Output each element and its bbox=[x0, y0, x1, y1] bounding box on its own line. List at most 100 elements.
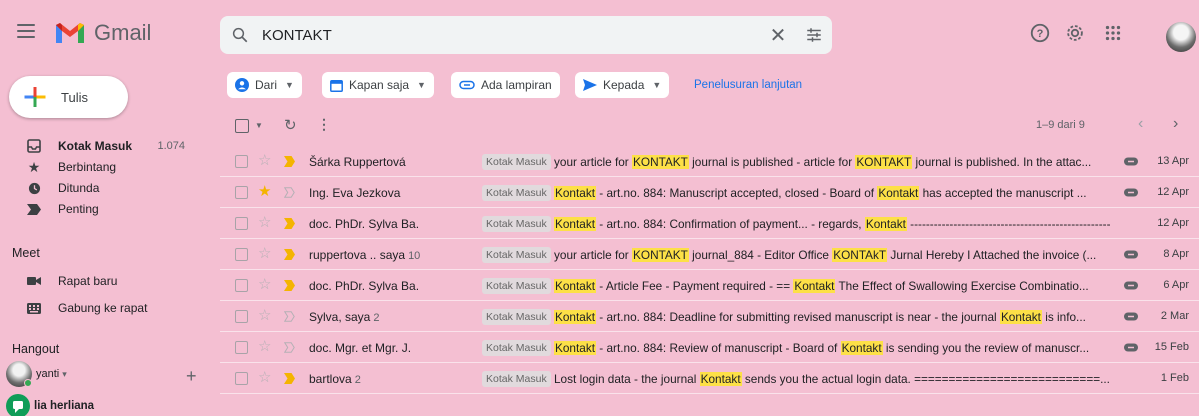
filter-from-chip[interactable]: Dari ▼ bbox=[227, 72, 302, 98]
inbox-label-badge: Kotak Masuk bbox=[482, 185, 551, 201]
sidebar-item-inbox[interactable]: Kotak Masuk 1.074 bbox=[0, 135, 215, 157]
main-menu-button[interactable] bbox=[14, 20, 38, 44]
filter-attachment-chip[interactable]: Ada lampiran bbox=[451, 72, 560, 98]
search-options-icon[interactable] bbox=[796, 26, 832, 44]
row-checkbox[interactable] bbox=[235, 310, 248, 323]
star-icon[interactable]: ★ bbox=[258, 184, 271, 200]
row-checkbox[interactable] bbox=[235, 248, 248, 261]
attachment-icon bbox=[459, 80, 475, 90]
email-text-part: ----------------------------------------… bbox=[906, 217, 1110, 231]
star-icon[interactable]: ☆ bbox=[258, 277, 271, 293]
email-sender: Šárka Ruppertová bbox=[309, 155, 406, 169]
email-subject-snippet: your article for KONTAKT journal_884 - E… bbox=[554, 247, 1110, 263]
email-sender: bartlova 2 bbox=[309, 372, 361, 386]
apps-grid-icon[interactable] bbox=[1102, 22, 1124, 44]
email-text-part: - art.no. 884: Review of manuscript - Bo… bbox=[596, 341, 841, 355]
email-row[interactable]: ☆ Sylva, saya 2 Kotak Masuk Kontakt - art… bbox=[220, 301, 1199, 332]
search-highlight: Kontakt bbox=[840, 341, 883, 355]
star-icon[interactable]: ☆ bbox=[258, 246, 271, 262]
sidebar-item-snoozed[interactable]: Ditunda bbox=[0, 177, 215, 199]
email-date: 6 Apr bbox=[1163, 279, 1189, 291]
email-sender: doc. Mgr. et Mgr. J. bbox=[309, 341, 412, 355]
email-row[interactable]: ☆ doc. PhDr. Sylva Ba. Kotak Masuk Konta… bbox=[220, 208, 1199, 239]
row-checkbox[interactable] bbox=[235, 217, 248, 230]
app-name: Gmail bbox=[94, 20, 152, 45]
email-text-part: has accepted the manuscript ... bbox=[919, 186, 1087, 200]
meet-join-meeting[interactable]: Gabung ke rapat bbox=[0, 297, 215, 319]
search-highlight: KONTAKT bbox=[855, 155, 913, 169]
row-checkbox[interactable] bbox=[235, 341, 248, 354]
prev-page-icon[interactable]: ‹ bbox=[1138, 115, 1143, 133]
row-checkbox[interactable] bbox=[235, 372, 248, 385]
advanced-search-link[interactable]: Penelusuran lanjutan bbox=[694, 79, 802, 91]
email-row[interactable]: ☆ doc. Mgr. et Mgr. J. Kotak Masuk Konta… bbox=[220, 332, 1199, 363]
search-bar: ✕ bbox=[220, 16, 832, 54]
important-marker-icon[interactable] bbox=[284, 373, 295, 384]
hangout-contact[interactable]: lia herliana bbox=[6, 394, 94, 416]
select-all-checkbox[interactable] bbox=[235, 119, 249, 133]
email-row[interactable]: ☆ bartlova 2 Kotak Masuk Lost login data … bbox=[220, 363, 1199, 394]
attachment-icon bbox=[1124, 250, 1138, 259]
settings-gear-icon[interactable] bbox=[1064, 22, 1086, 44]
account-avatar[interactable] bbox=[1166, 22, 1196, 52]
row-checkbox[interactable] bbox=[235, 186, 248, 199]
clear-search-icon[interactable]: ✕ bbox=[760, 23, 796, 48]
add-hangout-icon[interactable]: + bbox=[186, 366, 197, 387]
compose-label: Tulis bbox=[61, 89, 88, 105]
important-marker-icon[interactable] bbox=[284, 280, 295, 291]
online-status-icon bbox=[24, 379, 32, 387]
filter-to-chip[interactable]: Kepada ▼ bbox=[575, 72, 670, 98]
important-marker-icon[interactable] bbox=[284, 156, 295, 167]
more-options-icon[interactable]: ⋮ bbox=[317, 116, 331, 133]
compose-button[interactable]: Tulis bbox=[9, 76, 128, 118]
video-icon bbox=[24, 273, 44, 289]
row-checkbox[interactable] bbox=[235, 279, 248, 292]
next-page-icon[interactable]: › bbox=[1173, 115, 1178, 133]
search-highlight: KONTAKT bbox=[632, 248, 689, 262]
important-marker-icon[interactable] bbox=[284, 311, 295, 322]
sidebar-item-starred[interactable]: ★ Berbintang bbox=[0, 156, 215, 178]
star-icon[interactable]: ☆ bbox=[258, 308, 271, 324]
row-checkbox[interactable] bbox=[235, 155, 248, 168]
search-highlight: Kontakt bbox=[554, 310, 597, 324]
sidebar-item-important[interactable]: Penting bbox=[0, 198, 215, 220]
star-icon: ★ bbox=[27, 158, 41, 175]
inbox-unread-count: 1.074 bbox=[157, 140, 185, 152]
svg-text:?: ? bbox=[1037, 28, 1044, 40]
inbox-icon bbox=[24, 138, 44, 154]
gmail-logo[interactable]: Gmail bbox=[54, 20, 151, 46]
star-icon[interactable]: ☆ bbox=[258, 215, 271, 231]
email-text-part: - art.no. 884: Deadline for submitting r… bbox=[596, 310, 1000, 324]
email-subject-snippet: Kontakt - art.no. 884: Deadline for subm… bbox=[554, 309, 1110, 325]
person-icon bbox=[235, 78, 249, 92]
email-row[interactable]: ☆ doc. PhDr. Sylva Ba. Kotak Masuk Konta… bbox=[220, 270, 1199, 301]
email-text-part: - art.no. 884: Confirmation of payment..… bbox=[596, 217, 865, 231]
email-row[interactable]: ☆ Šárka Ruppertová Kotak Masuk your arti… bbox=[220, 146, 1199, 177]
search-highlight: Kontakt bbox=[793, 279, 836, 293]
star-icon[interactable]: ☆ bbox=[258, 153, 271, 169]
star-icon[interactable]: ☆ bbox=[258, 339, 271, 355]
star-icon[interactable]: ☆ bbox=[258, 370, 271, 386]
help-icon[interactable]: ? bbox=[1029, 22, 1051, 44]
pagination-range: 1–9 dari 9 bbox=[1036, 119, 1085, 131]
hangout-user-self[interactable]: yanti ▾ bbox=[6, 361, 67, 387]
email-text-part: - art.no. 884: Manuscript accepted, clos… bbox=[596, 186, 878, 200]
refresh-icon[interactable]: ↻ bbox=[284, 116, 297, 134]
select-menu-chevron-icon[interactable]: ▼ bbox=[255, 121, 263, 130]
email-text-part: The Effect of Swallowing Exercise Combin… bbox=[835, 279, 1089, 293]
email-row[interactable]: ☆ ruppertova .. saya 10 Kotak Masuk your … bbox=[220, 239, 1199, 270]
important-marker-icon[interactable] bbox=[284, 249, 295, 260]
email-subject-snippet: Kontakt - art.no. 884: Review of manuscr… bbox=[554, 340, 1110, 356]
search-icon[interactable] bbox=[220, 26, 260, 44]
important-marker-icon[interactable] bbox=[284, 342, 295, 353]
important-marker-icon[interactable] bbox=[284, 187, 295, 198]
email-sender: ruppertova .. saya 10 bbox=[309, 248, 421, 262]
filter-date-chip[interactable]: Kapan saja ▼ bbox=[322, 72, 434, 98]
email-text-part: is sending you the review of manuscr... bbox=[882, 341, 1090, 355]
hangout-contact-avatar bbox=[6, 394, 30, 416]
search-input[interactable] bbox=[260, 26, 760, 44]
important-marker-icon[interactable] bbox=[284, 218, 295, 229]
meet-new-meeting[interactable]: Rapat baru bbox=[0, 270, 215, 292]
send-icon bbox=[583, 79, 597, 91]
email-row[interactable]: ★ Ing. Eva Jezkova Kotak Masuk Kontakt -… bbox=[220, 177, 1199, 208]
